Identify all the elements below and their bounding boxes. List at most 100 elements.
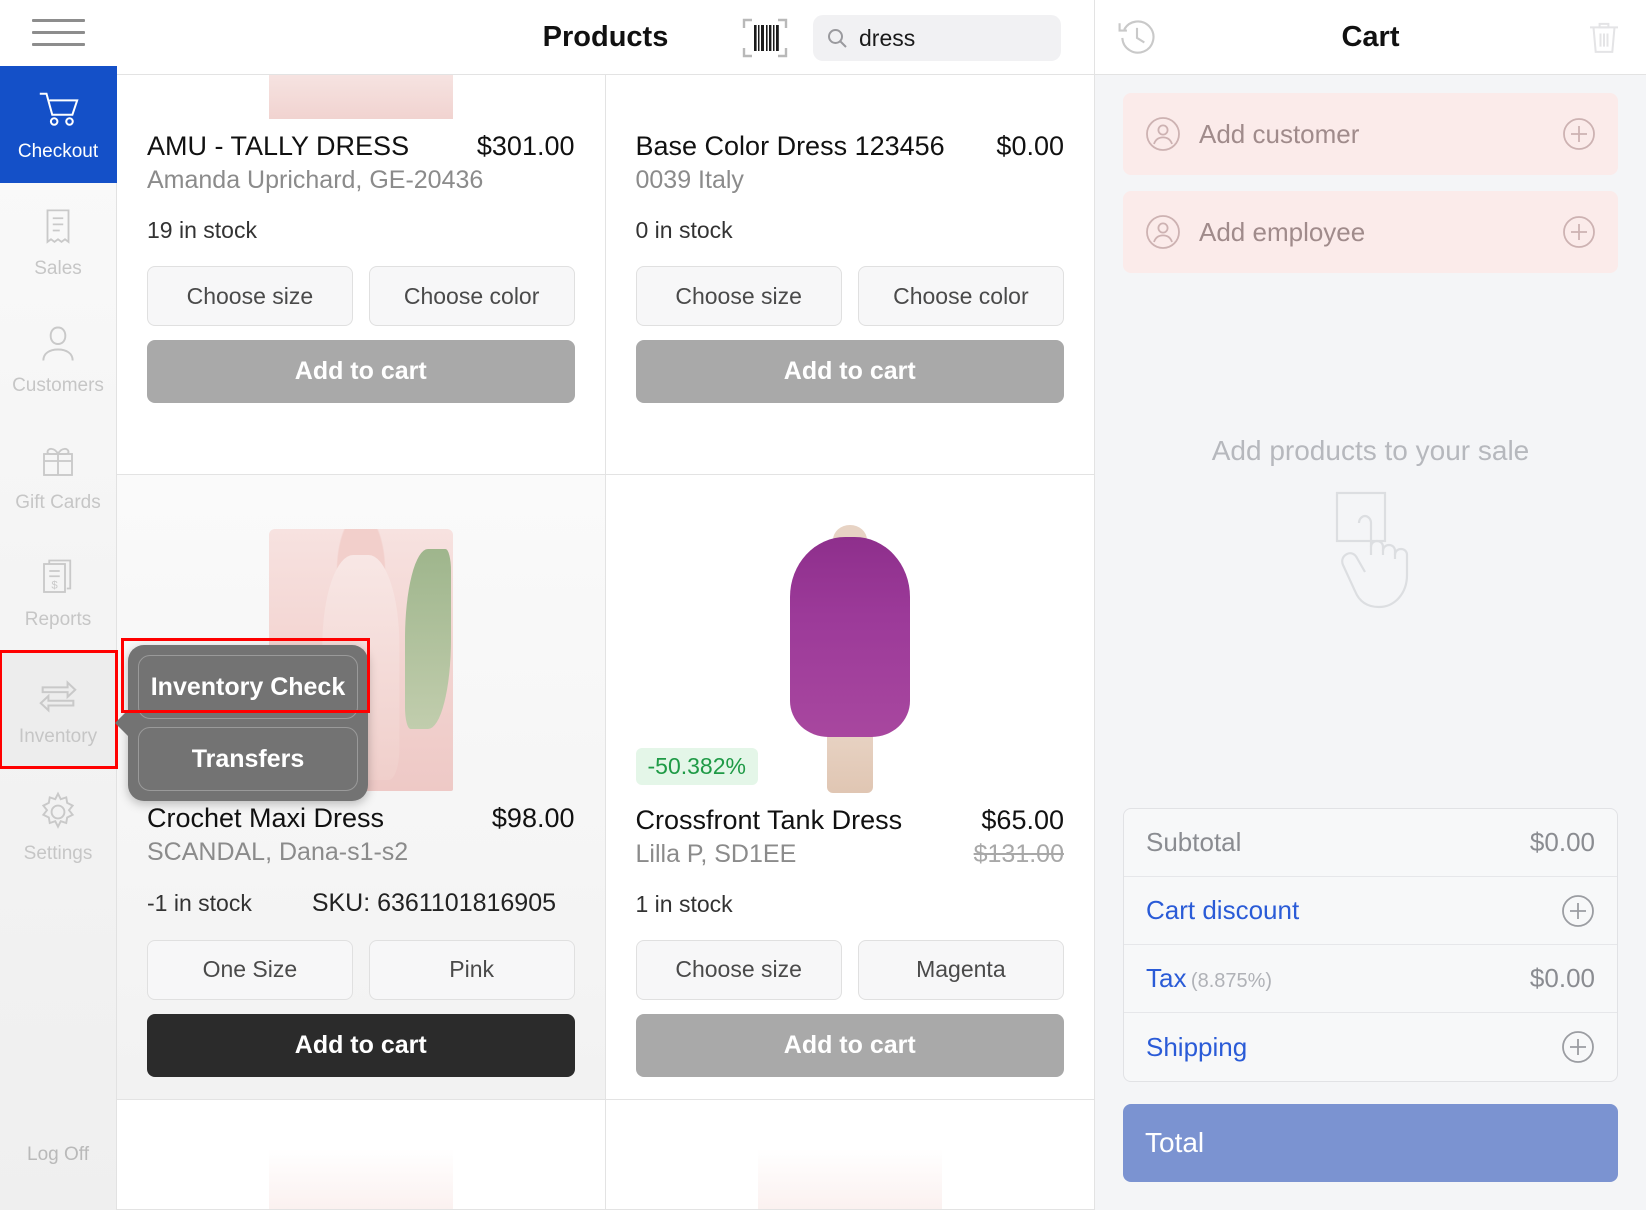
cart-totals: Subtotal $0.00 Cart discount Tax (8.875%…	[1123, 808, 1618, 1082]
product-vendor: Lilla P, SD1EE	[635, 839, 797, 868]
add-to-cart-button[interactable]: Add to cart	[635, 1013, 1064, 1077]
add-employee-row[interactable]: Add employee	[1123, 191, 1618, 273]
cart-body: Add customer Add employee Add products t…	[1095, 75, 1646, 808]
sidebar-item-settings[interactable]: Settings	[0, 768, 117, 885]
cart-footer: Subtotal $0.00 Cart discount Tax (8.875%…	[1095, 808, 1646, 1210]
sidebar-item-gift-cards[interactable]: Gift Cards	[0, 417, 117, 534]
inventory-popover-menu: Inventory Check Transfers	[128, 645, 368, 801]
add-customer-row[interactable]: Add customer	[1123, 93, 1618, 175]
size-option-button[interactable]: One Size	[147, 939, 353, 1000]
color-option-button[interactable]: Magenta	[857, 939, 1064, 1000]
totals-label[interactable]: Tax	[1146, 963, 1186, 993]
plus-circle-icon[interactable]	[1561, 894, 1595, 928]
plus-circle-icon[interactable]	[1562, 215, 1596, 249]
search-field[interactable]	[813, 15, 1181, 61]
product-vendor: 0039 Italy	[635, 166, 744, 194]
person-icon	[34, 320, 82, 368]
add-to-cart-button[interactable]: Add to cart	[147, 1013, 575, 1077]
trash-icon[interactable]	[1580, 13, 1628, 61]
sidebar-item-sales[interactable]: Sales	[0, 183, 117, 300]
barcode-scan-icon[interactable]	[737, 13, 792, 63]
gift-icon	[34, 437, 82, 485]
product-info: Crochet Maxi Dress $98.00 SCANDAL, Dana-…	[117, 791, 605, 1099]
product-price: $65.00	[981, 804, 1064, 835]
product-image	[117, 75, 605, 119]
size-option-button[interactable]: Choose size	[635, 939, 842, 1000]
product-image	[117, 1100, 605, 1209]
add-to-cart-button[interactable]: Add to cart	[147, 340, 575, 403]
color-option-button[interactable]: Choose color	[368, 266, 575, 326]
sidebar-item-reports[interactable]: $ Reports	[0, 534, 117, 651]
pos-app: Checkout Sales Customers Gift Cards $ Re…	[0, 0, 1646, 1210]
product-image	[606, 1100, 1095, 1209]
product-info: Crossfront Tank Dress $65.00 Lilla P, SD…	[606, 793, 1095, 1099]
report-icon: $	[34, 554, 82, 602]
plus-circle-icon[interactable]	[1561, 1030, 1595, 1064]
totals-label[interactable]: Shipping	[1146, 1032, 1247, 1063]
color-option-button[interactable]: Pink	[368, 939, 575, 1000]
sidebar-item-label: Settings	[23, 843, 93, 864]
transfer-icon	[34, 671, 82, 719]
sidebar-item-label: Reports	[24, 609, 92, 630]
product-info: AMU - TALLY DRESS $301.00 Amanda Upricha…	[117, 119, 605, 425]
totals-row-shipping[interactable]: Shipping	[1124, 1013, 1617, 1081]
totals-label[interactable]: Cart discount	[1146, 895, 1299, 926]
gear-icon	[34, 788, 82, 836]
product-card[interactable]: Base Color Dress 123456 $0.00 0039 Italy…	[605, 75, 1095, 476]
product-card[interactable]	[605, 1099, 1095, 1210]
product-price: $301.00	[476, 131, 575, 161]
plus-circle-icon[interactable]	[1562, 117, 1596, 151]
product-sku: SKU: 6361101816905	[311, 888, 557, 917]
add-to-cart-button[interactable]: Add to cart	[635, 340, 1064, 403]
sidebar-item-label: Gift Cards	[15, 492, 101, 513]
product-stock: 19 in stock	[147, 217, 257, 243]
product-stock: 0 in stock	[635, 217, 733, 243]
svg-text:$: $	[51, 580, 58, 592]
cart-title: Cart	[1341, 20, 1400, 53]
log-off-label: Log Off	[27, 1144, 89, 1165]
receipt-icon	[34, 203, 82, 251]
sidebar-item-label: Sales	[34, 258, 82, 279]
product-info: Base Color Dress 123456 $0.00 0039 Italy…	[606, 119, 1095, 425]
log-off-button[interactable]: Log Off	[0, 1100, 117, 1210]
product-image: -50.382%	[606, 475, 1095, 793]
discount-badge: -50.382%	[635, 747, 758, 785]
hamburger-icon[interactable]	[0, 0, 117, 66]
totals-value: $0.00	[1529, 963, 1595, 993]
sidebar-item-label: Inventory	[18, 726, 98, 747]
sidebar: Checkout Sales Customers Gift Cards $ Re…	[0, 0, 118, 1210]
color-option-button[interactable]: Choose color	[857, 266, 1064, 326]
product-name: Base Color Dress 123456	[635, 131, 945, 161]
product-vendor: SCANDAL, Dana-s1-s2	[147, 837, 409, 866]
cart-icon	[34, 86, 82, 134]
sidebar-item-label: Checkout	[17, 141, 99, 162]
totals-row-subtotal: Subtotal $0.00	[1124, 809, 1617, 877]
product-card[interactable]	[117, 1099, 606, 1210]
tax-rate-label: (8.875%)	[1190, 970, 1273, 992]
popover-item-transfers[interactable]: Transfers	[138, 727, 358, 791]
totals-row-tax[interactable]: Tax (8.875%) $0.00	[1124, 945, 1617, 1013]
history-icon[interactable]	[1113, 13, 1161, 61]
product-price: $98.00	[491, 802, 575, 833]
size-option-button[interactable]: Choose size	[635, 266, 842, 326]
cart-empty-state: Add products to your sale	[1123, 289, 1618, 808]
popover-item-inventory-check[interactable]: Inventory Check	[138, 655, 358, 719]
product-card[interactable]: -50.382% Crossfront Tank Dress $65.00 Li…	[605, 475, 1095, 1100]
products-header: Products	[117, 0, 1181, 75]
cart-empty-label: Add products to your sale	[1211, 435, 1530, 466]
products-grid: AMU - TALLY DRESS $301.00 Amanda Upricha…	[117, 75, 1094, 1210]
sidebar-item-checkout[interactable]: Checkout	[0, 66, 117, 183]
totals-row-cart-discount[interactable]: Cart discount	[1124, 877, 1617, 945]
product-card[interactable]: AMU - TALLY DRESS $301.00 Amanda Upricha…	[117, 75, 606, 476]
total-button[interactable]: Total	[1123, 1104, 1618, 1182]
product-name: Crossfront Tank Dress	[635, 804, 903, 835]
product-name: AMU - TALLY DRESS	[147, 131, 410, 161]
search-icon	[825, 26, 849, 50]
size-option-button[interactable]: Choose size	[147, 266, 353, 326]
sidebar-item-inventory[interactable]: Inventory	[0, 650, 118, 769]
sidebar-item-label: Customers	[12, 375, 104, 396]
product-name: Crochet Maxi Dress	[147, 802, 385, 833]
cart-header: Cart	[1095, 0, 1646, 75]
sidebar-item-customers[interactable]: Customers	[0, 300, 117, 417]
add-employee-label: Add employee	[1199, 216, 1366, 247]
